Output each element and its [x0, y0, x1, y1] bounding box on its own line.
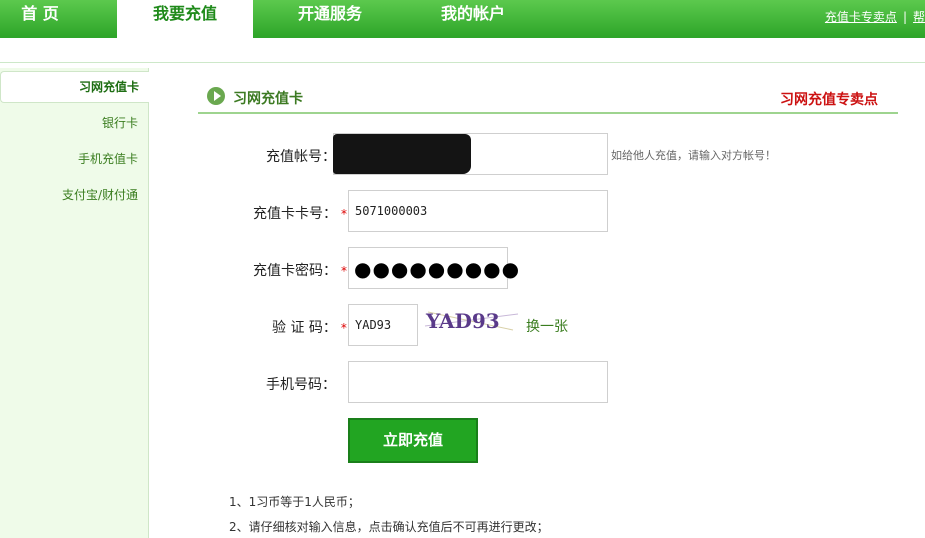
sidebar-item-mobile-card[interactable]: 手机充值卡 — [78, 150, 138, 167]
link-help[interactable]: 帮 — [913, 10, 925, 24]
sidebar-item-bank-card[interactable]: 银行卡 — [102, 114, 138, 131]
card-number-label: 充值卡卡号： * — [253, 203, 347, 223]
sidebar: 习网充值卡 银行卡 手机充值卡 支付宝/财付通 — [0, 68, 149, 538]
required-mark: * — [341, 207, 347, 221]
phone-label: 手机号码： — [266, 377, 336, 393]
link-separator: | — [902, 10, 907, 24]
seller-link[interactable]: 习网充值专卖点 — [780, 89, 878, 109]
account-label: 充值帐号： — [266, 149, 336, 165]
section-header: 习网充值卡 习网充值专卖点 — [198, 84, 898, 114]
note-2: 2、请仔细核对输入信息，点击确认充值后不可再进行更改； — [229, 520, 549, 534]
top-links: 充值卡专卖点 | 帮 — [825, 8, 925, 25]
nav-home[interactable]: 首 页 — [0, 0, 80, 36]
card-password-label: 充值卡密码： * — [253, 260, 347, 280]
captcha-input[interactable]: YAD93 — [348, 304, 418, 346]
card-number-label-text: 充值卡卡号： — [253, 206, 337, 222]
card-number-input[interactable]: 5071000003 — [348, 190, 608, 232]
submit-recharge-button[interactable]: 立即充值 — [348, 418, 478, 463]
nav-recharge[interactable]: 我要充值 — [117, 0, 253, 38]
nav-my-account[interactable]: 我的帐户 — [413, 0, 533, 36]
play-arrow-icon — [207, 87, 225, 105]
captcha-image: YAD93 — [423, 306, 521, 334]
captcha-label-text: 验 证 码： — [272, 320, 337, 336]
header-divider — [0, 62, 925, 63]
redaction-mask — [333, 134, 471, 174]
link-card-sellers[interactable]: 充值卡专卖点 — [825, 10, 897, 24]
sidebar-item-alipay-tenpay[interactable]: 支付宝/财付通 — [62, 186, 138, 203]
captcha-image-text: YAD93 — [425, 309, 500, 333]
required-mark: * — [341, 264, 347, 278]
section-title: 习网充值卡 — [233, 91, 303, 107]
refresh-captcha-link[interactable]: 换一张 — [526, 316, 568, 336]
account-hint: 如给他人充值，请输入对方帐号！ — [611, 149, 776, 162]
captcha-label: 验 证 码： * — [272, 317, 347, 337]
card-password-label-text: 充值卡密码： — [253, 263, 337, 279]
password-dots: ●●●●●●●●● — [354, 257, 521, 281]
sidebar-item-xiwang-card[interactable]: 习网充值卡 — [0, 71, 149, 103]
nav-open-service[interactable]: 开通服务 — [270, 0, 390, 36]
required-mark: * — [340, 321, 347, 335]
note-1: 1、1习币等于1人民币； — [229, 495, 360, 509]
phone-input[interactable] — [348, 361, 608, 403]
